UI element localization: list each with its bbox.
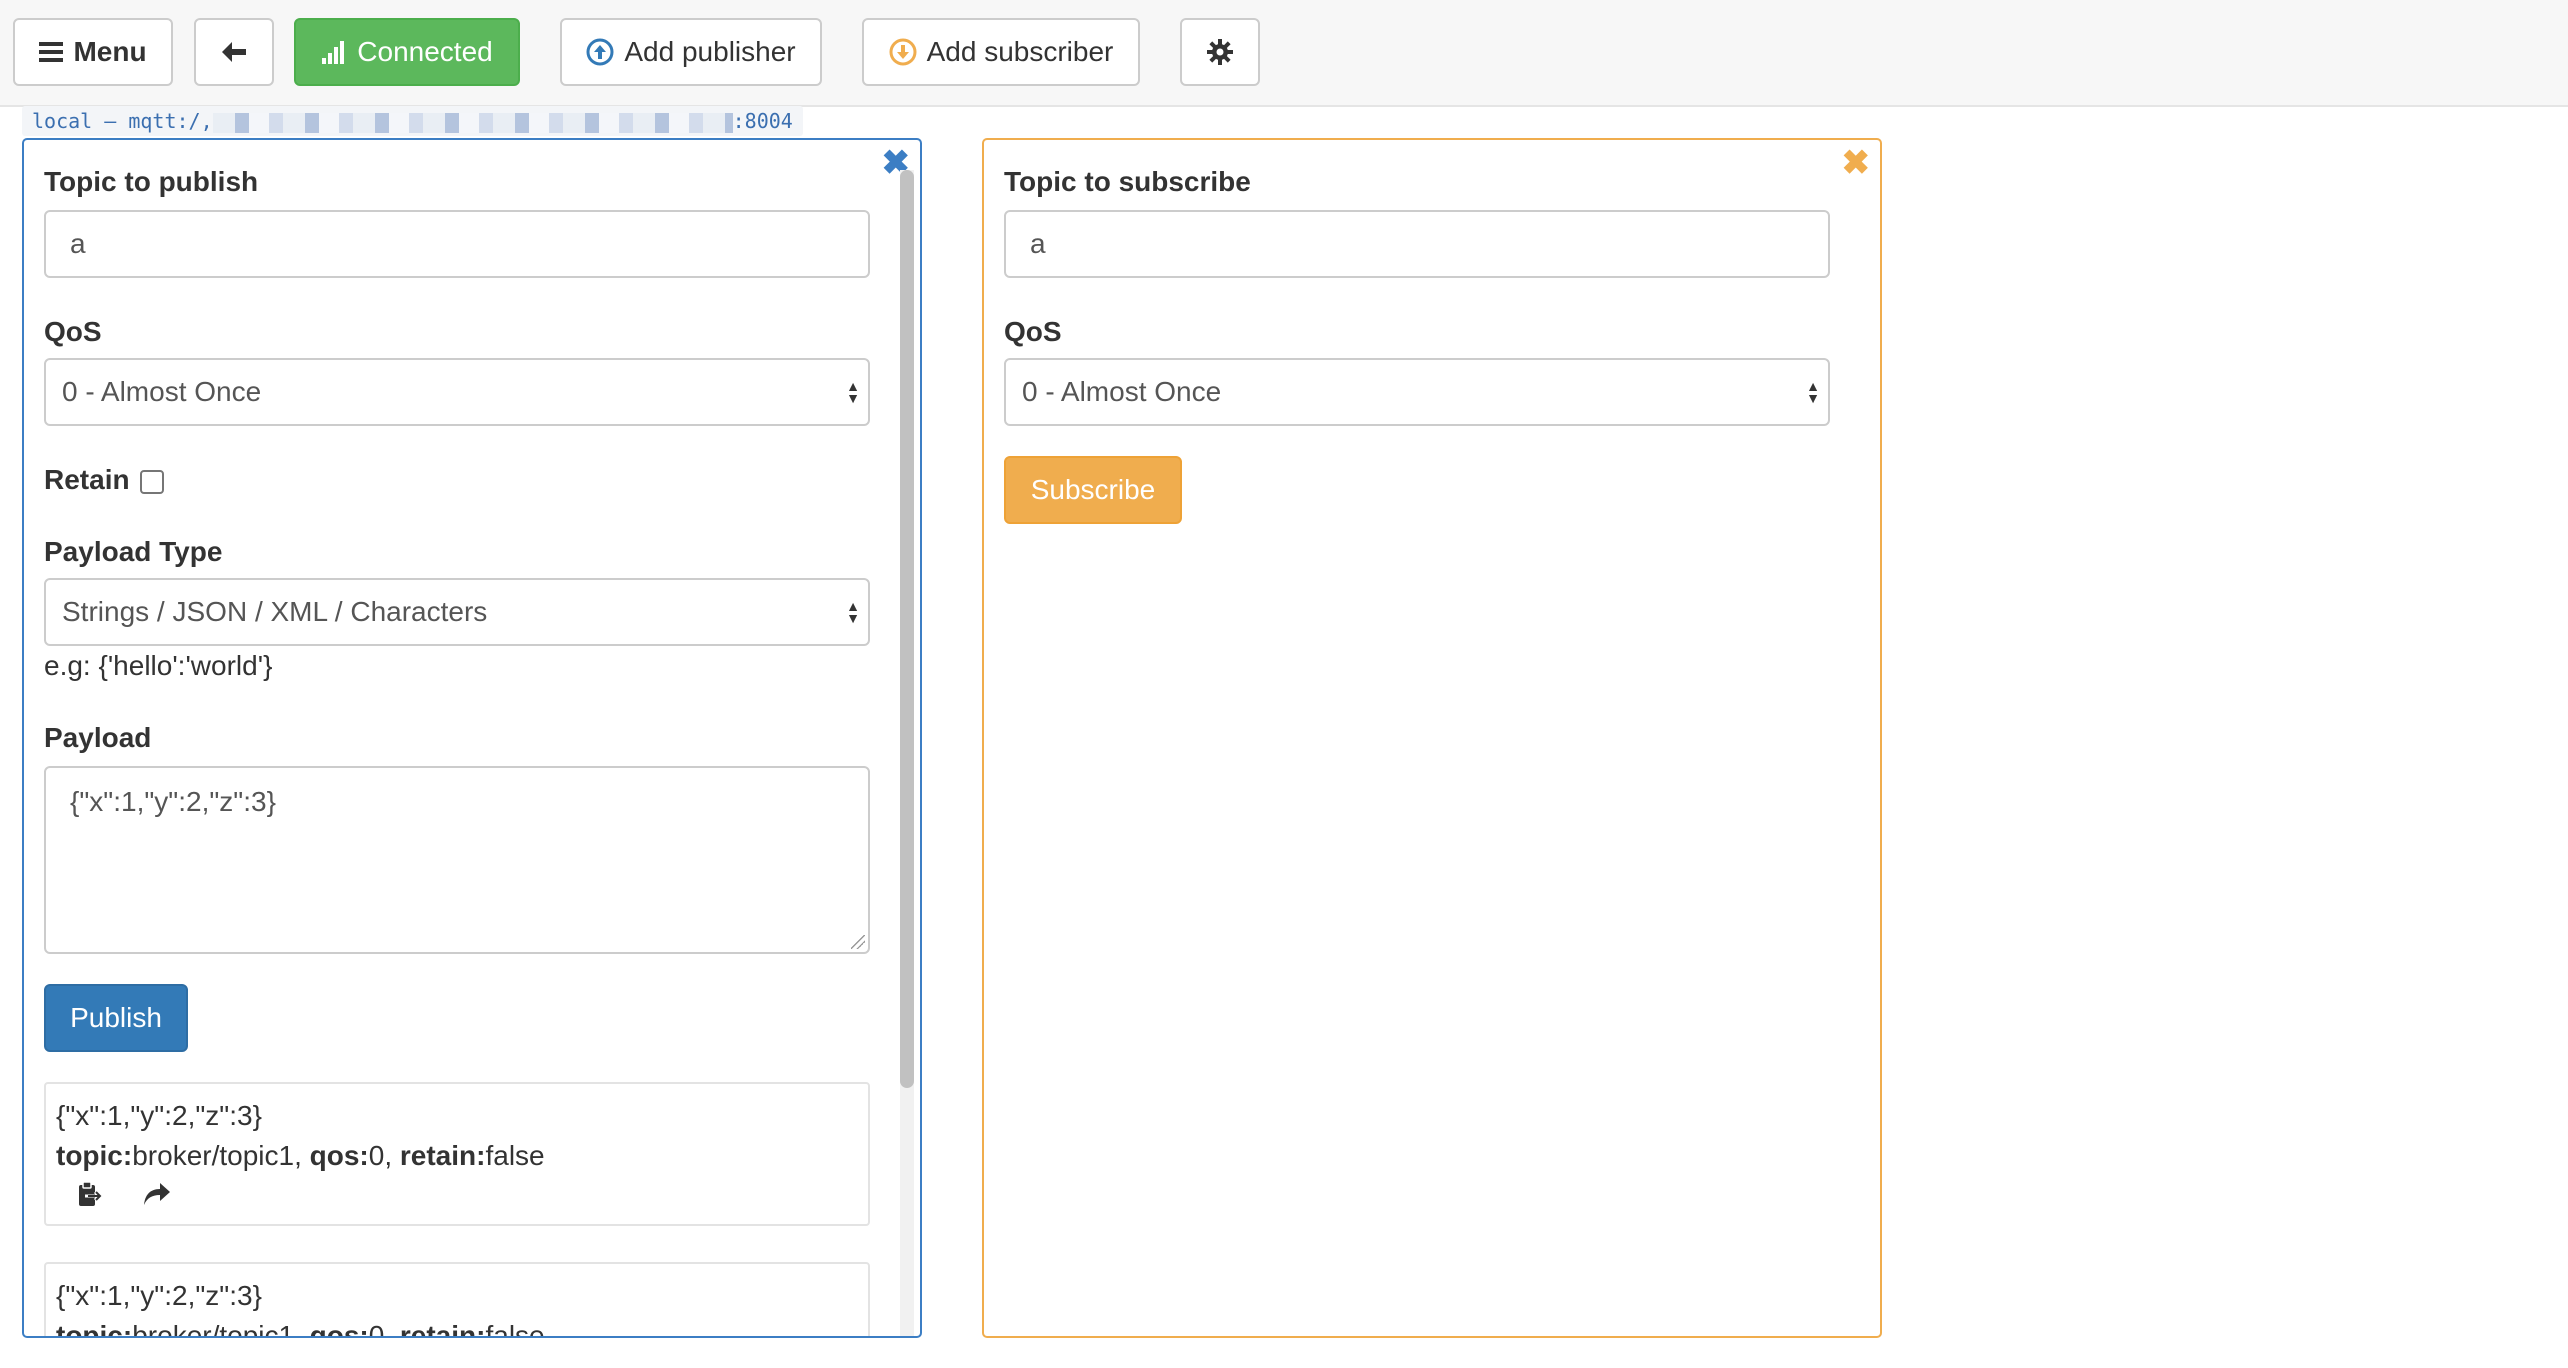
message-payload: {"x":1,"y":2,"z":3}	[56, 1100, 262, 1131]
message-retain: false	[485, 1320, 545, 1338]
published-message: {"x":1,"y":2,"z":3} topic:broker/topic1,…	[44, 1082, 870, 1226]
payload-hint: e.g: {'hello':'world'}	[44, 650, 273, 681]
message-qos: 0,	[368, 1320, 400, 1338]
circle-arrow-up-icon	[586, 38, 614, 66]
publisher-panel: ✖ Topic to publish a QoS 0 - Almost Once…	[22, 138, 922, 1338]
menu-label: Menu	[73, 36, 147, 67]
payload-label: Payload	[44, 722, 152, 753]
subscribe-topic-value: a	[1030, 228, 1046, 259]
connection-prefix: local – mqtt:/,	[32, 109, 213, 133]
subscribe-label: Subscribe	[1030, 474, 1156, 505]
add-publisher-button[interactable]: Add publisher	[560, 18, 822, 86]
share-arrow-icon[interactable]	[142, 1181, 172, 1207]
payload-type-label: Payload Type	[44, 536, 223, 567]
publish-button[interactable]: Publish	[44, 984, 188, 1052]
message-topic: broker/topic1,	[132, 1140, 310, 1171]
subscribe-qos-label: QoS	[1004, 316, 1062, 347]
connected-button[interactable]: Connected	[294, 18, 520, 86]
connection-string: local – mqtt:/, :8004	[22, 106, 803, 136]
retain-key: retain:	[399, 1140, 486, 1171]
message-payload: {"x":1,"y":2,"z":3}	[56, 1280, 262, 1311]
retain-label: Retain	[44, 464, 130, 495]
payload-textarea[interactable]: {"x":1,"y":2,"z":3}	[44, 766, 870, 954]
publish-qos-label: QoS	[44, 316, 102, 347]
scrollbar-thumb[interactable]	[900, 170, 914, 1088]
gear-icon	[1207, 39, 1233, 65]
retain-checkbox[interactable]	[140, 470, 164, 494]
connected-label: Connected	[357, 36, 493, 67]
message-meta: topic:broker/topic1, qos:0, retain:false	[56, 1316, 858, 1338]
publish-label: Publish	[70, 1002, 162, 1033]
connection-port: :8004	[732, 109, 793, 133]
message-meta: topic:broker/topic1, qos:0, retain:false	[56, 1136, 858, 1176]
settings-button[interactable]	[1180, 18, 1260, 86]
subscribe-qos-select[interactable]: 0 - Almost Once ▲ ▼	[1004, 358, 1830, 426]
add-publisher-label: Add publisher	[624, 36, 796, 67]
payload-type-select[interactable]: Strings / JSON / XML / Characters ▲ ▼	[44, 578, 870, 646]
clipboard-copy-icon[interactable]	[76, 1180, 102, 1208]
published-message: {"x":1,"y":2,"z":3} topic:broker/topic1,…	[44, 1262, 870, 1338]
publish-topic-input[interactable]: a	[44, 210, 870, 278]
payload-value: {"x":1,"y":2,"z":3}	[70, 786, 276, 817]
qos-key: qos:	[309, 1140, 369, 1171]
publish-topic-value: a	[70, 228, 86, 259]
message-retain: false	[485, 1140, 545, 1171]
message-qos: 0,	[368, 1140, 400, 1171]
hamburger-icon	[39, 42, 64, 62]
select-arrows-icon: ▲ ▼	[846, 378, 860, 406]
subscribe-button[interactable]: Subscribe	[1004, 456, 1182, 524]
subscriber-panel: ✖ Topic to subscribe a QoS 0 - Almost On…	[982, 138, 1882, 1338]
topic-key: topic:	[56, 1320, 133, 1338]
message-topic: broker/topic1,	[132, 1320, 310, 1338]
back-button[interactable]	[194, 18, 274, 86]
payload-type-value: Strings / JSON / XML / Characters	[62, 596, 488, 627]
circle-arrow-down-icon	[889, 38, 917, 66]
publish-qos-value: 0 - Almost Once	[62, 376, 262, 407]
select-arrows-icon: ▲ ▼	[846, 598, 860, 626]
publish-qos-select[interactable]: 0 - Almost Once ▲ ▼	[44, 358, 870, 426]
select-arrows-icon: ▲ ▼	[1806, 378, 1820, 406]
qos-key: qos:	[309, 1320, 369, 1338]
subscribe-qos-value: 0 - Almost Once	[1022, 376, 1222, 407]
topic-key: topic:	[56, 1140, 133, 1171]
menu-button[interactable]: Menu	[13, 18, 173, 86]
arrow-left-icon	[222, 42, 246, 62]
close-icon[interactable]: ✖	[1842, 146, 1871, 180]
resize-grip-icon[interactable]	[851, 935, 865, 949]
message-actions	[56, 1176, 858, 1212]
add-subscriber-label: Add subscriber	[926, 36, 1114, 67]
add-subscriber-button[interactable]: Add subscriber	[862, 18, 1140, 86]
signal-bars-icon	[322, 41, 345, 64]
subscribe-topic-input[interactable]: a	[1004, 210, 1830, 278]
topic-to-subscribe-label: Topic to subscribe	[1004, 166, 1251, 197]
toolbar: Menu Connected Add publisher Add subscri…	[0, 0, 2568, 107]
topic-to-publish-label: Topic to publish	[44, 166, 259, 197]
redacted-host	[212, 112, 733, 133]
retain-key: retain:	[399, 1320, 486, 1338]
